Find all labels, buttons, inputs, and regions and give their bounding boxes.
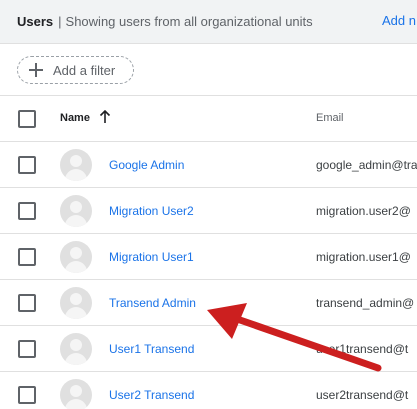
user-name-link[interactable]: Google Admin — [109, 158, 184, 172]
filter-bar: Add a filter — [0, 44, 417, 96]
avatar — [60, 333, 92, 365]
add-filter-button[interactable]: Add a filter — [17, 56, 134, 84]
table-row[interactable]: Migration User1 migration.user1@ — [0, 234, 417, 280]
user-name-link[interactable]: Migration User1 — [109, 250, 194, 264]
avatar — [60, 241, 92, 273]
avatar — [60, 379, 92, 409]
name-column-header[interactable]: Name — [60, 112, 90, 124]
user-name-link[interactable]: Migration User2 — [109, 204, 194, 218]
title-separator: | — [58, 14, 62, 29]
row-checkbox[interactable] — [18, 248, 36, 266]
user-name-link[interactable]: User1 Transend — [109, 342, 194, 356]
user-name-link[interactable]: User2 Transend — [109, 388, 194, 402]
page-header: Users | Showing users from all organizat… — [0, 0, 417, 44]
avatar — [60, 149, 92, 181]
plus-icon — [28, 62, 44, 78]
table-row[interactable]: Google Admin google_admin@tra — [0, 142, 417, 188]
user-email: user1transend@t — [316, 342, 409, 356]
table-header: Name Email — [0, 96, 417, 142]
table-row[interactable]: Transend Admin transend_admin@ — [0, 280, 417, 326]
table-row[interactable]: Migration User2 migration.user2@ — [0, 188, 417, 234]
avatar — [60, 287, 92, 319]
user-email: migration.user2@ — [316, 204, 411, 218]
email-column-header[interactable]: Email — [316, 112, 344, 124]
user-email: transend_admin@ — [316, 296, 415, 310]
user-email: user2transend@t — [316, 388, 409, 402]
row-checkbox[interactable] — [18, 340, 36, 358]
page-subtitle: Showing users from all organizational un… — [65, 14, 313, 29]
add-new-user-link[interactable]: Add n — [382, 13, 416, 28]
add-filter-label: Add a filter — [53, 62, 116, 78]
row-checkbox[interactable] — [18, 156, 36, 174]
table-row[interactable]: User2 Transend user2transend@t — [0, 372, 417, 409]
user-email: google_admin@tra — [316, 158, 417, 172]
select-all-checkbox[interactable] — [18, 110, 36, 128]
table-row[interactable]: User1 Transend user1transend@t — [0, 326, 417, 372]
page-title: Users — [17, 14, 54, 29]
user-name-link[interactable]: Transend Admin — [109, 296, 196, 310]
avatar — [60, 195, 92, 227]
arrow-up-icon[interactable] — [99, 110, 111, 124]
user-email: migration.user1@ — [316, 250, 411, 264]
row-checkbox[interactable] — [18, 202, 36, 220]
users-table-body: Google Admin google_admin@tra Migration … — [0, 142, 417, 409]
row-checkbox[interactable] — [18, 294, 36, 312]
row-checkbox[interactable] — [18, 386, 36, 404]
